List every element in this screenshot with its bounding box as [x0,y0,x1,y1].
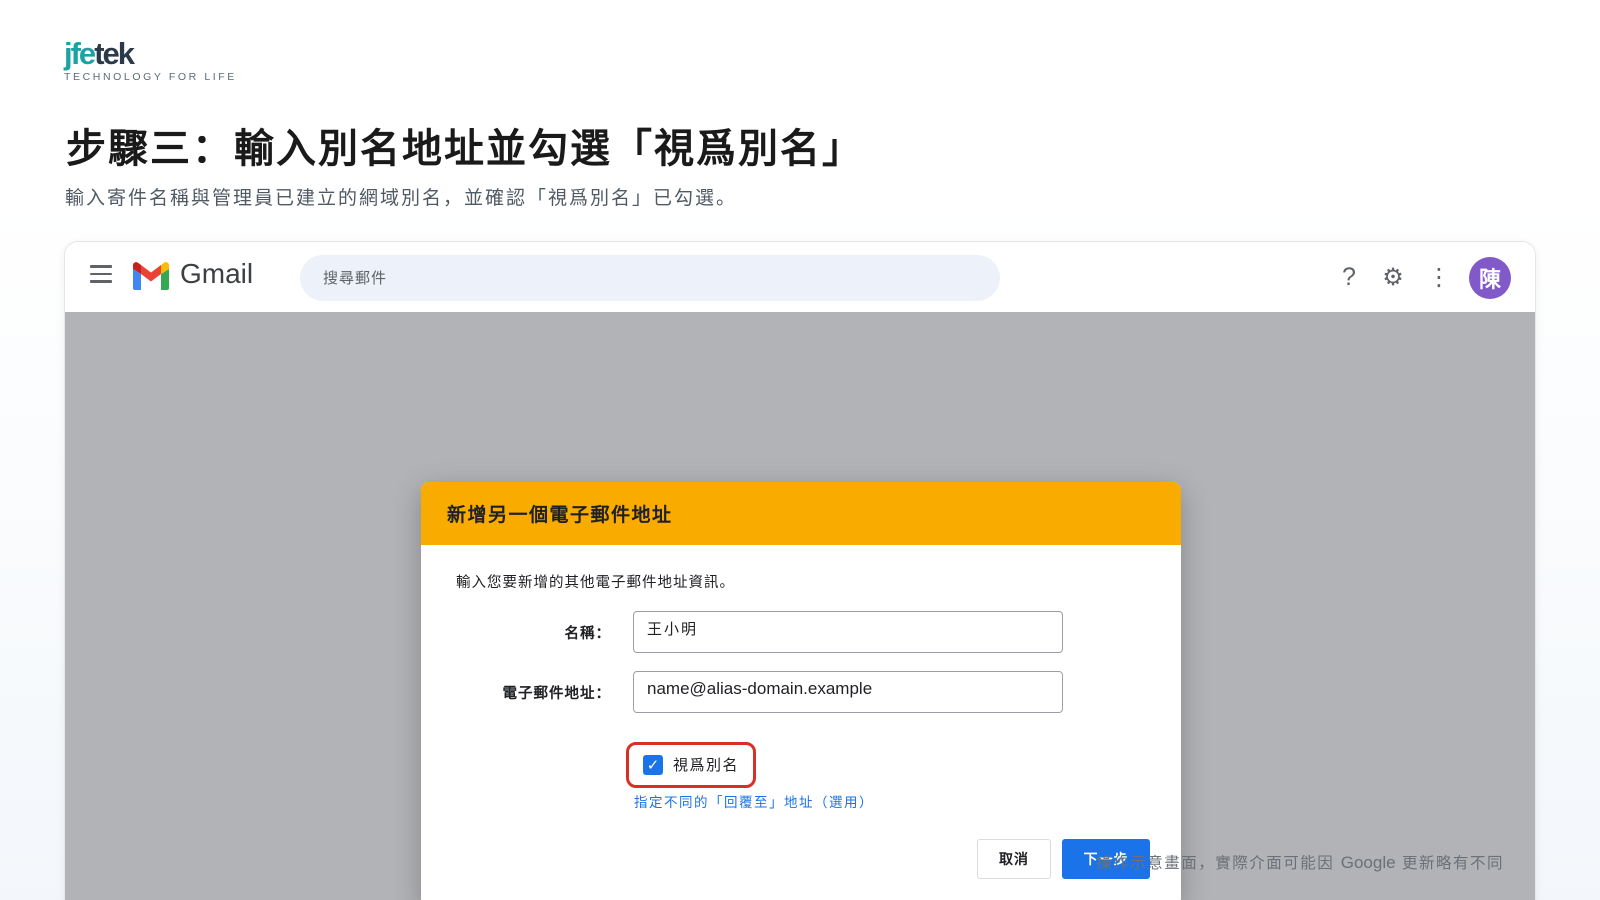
footnote-brand: Google [1340,853,1396,872]
reply-to-link[interactable]: 指定不同的「回覆至」地址（選用） [634,791,874,811]
treat-as-alias-label[interactable]: 視爲別名 [673,754,739,775]
footnote-text-before: 操作示意畫面，實際介面可能因 [1096,854,1341,872]
gmail-wordmark: Gmail [180,258,254,289]
add-email-dialog: 新增另一個電子郵件地址 輸入您要新增的其他電子郵件地址資訊。 名稱： 電子郵件地… [421,482,1181,900]
brand-logo-part1: jfe [64,36,96,71]
search-input[interactable] [300,255,1000,301]
hamburger-menu-icon[interactable] [89,262,113,286]
dialog-description: 輸入您要新增的其他電子郵件地址資訊。 [456,575,735,591]
gmail-window: Gmail ? ⚙ ⋮ 陳 新增另一個電子郵件地址 輸入您要新增的其他電子郵件地… [64,241,1536,900]
dialog-header: 新增另一個電子郵件地址 [421,482,1181,545]
cancel-button[interactable]: 取消 [977,839,1051,879]
more-options-icon[interactable]: ⋮ [1424,262,1454,292]
slide-page: jfetek TECHNOLOGY FOR LIFE 步驟三：輸入別名地址並勾選… [0,0,1600,900]
page-subtitle: 輸入寄件名稱與管理員已建立的網域別名，並確認「視爲別名」已勾選。 [65,187,738,209]
help-icon[interactable]: ? [1334,262,1364,292]
page-title: 步驟三：輸入別名地址並勾選「視爲別名」 [66,125,864,172]
brand-logo: jfetek [64,38,237,70]
email-field[interactable] [633,671,1063,713]
treat-as-alias-checkbox[interactable]: ✓ [643,755,663,775]
brand-logo-part2: tek [94,36,135,71]
brand: jfetek TECHNOLOGY FOR LIFE [64,38,237,84]
gmail-top-bar: Gmail ? ⚙ ⋮ 陳 [65,242,1535,312]
gmail-logo-icon[interactable] [132,261,170,295]
footnote: 操作示意畫面，實際介面可能因 Google 更新略有不同 [1096,851,1504,873]
avatar[interactable]: 陳 [1469,257,1511,299]
brand-tagline: TECHNOLOGY FOR LIFE [64,71,237,83]
name-label: 名稱： [564,625,611,642]
modal-backdrop: 新增另一個電子郵件地址 輸入您要新增的其他電子郵件地址資訊。 名稱： 電子郵件地… [65,312,1535,900]
dialog-title: 新增另一個電子郵件地址 [447,504,673,526]
name-field[interactable] [633,611,1063,653]
email-label: 電子郵件地址： [502,685,611,702]
footnote-text-after: 更新略有不同 [1395,854,1504,872]
gear-icon[interactable]: ⚙ [1378,262,1408,292]
